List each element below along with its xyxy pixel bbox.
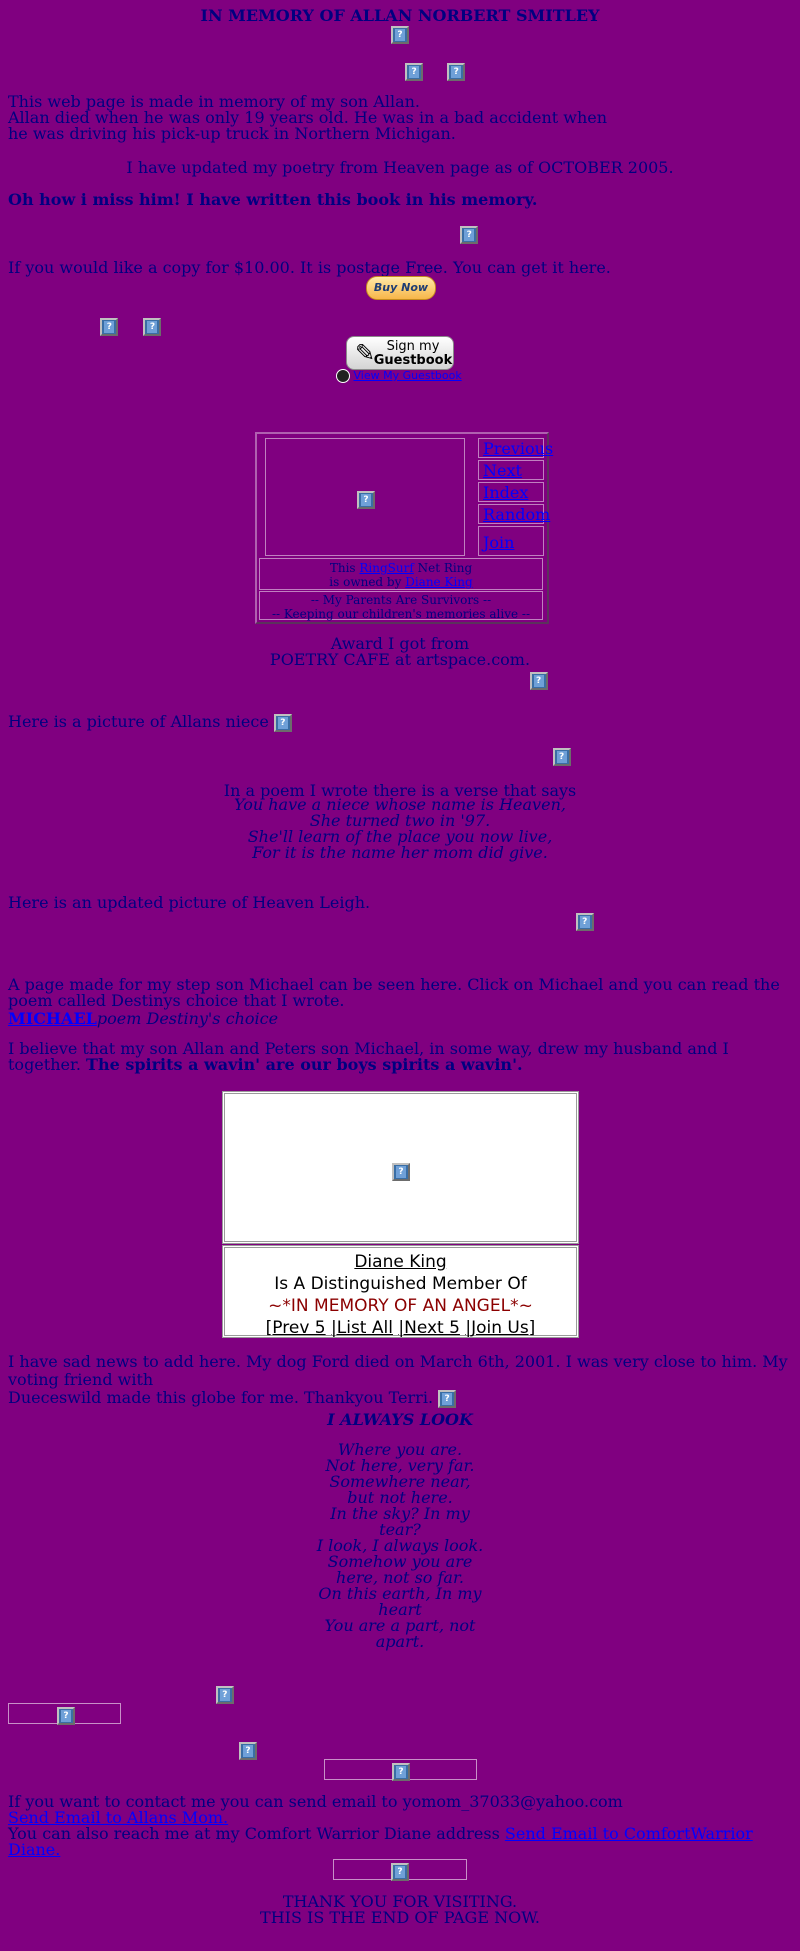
webring-image-frame bbox=[265, 438, 465, 556]
niece-verse: You have a niece whose name is Heaven, S… bbox=[234, 795, 566, 862]
broken-image-icon bbox=[447, 62, 466, 81]
award-image-icon bbox=[529, 671, 548, 690]
member-info: Diane King Is A Distinguished Member Of … bbox=[222, 1245, 579, 1338]
heaven-photo-icon bbox=[575, 912, 594, 931]
broken-image-icon bbox=[100, 317, 119, 336]
webring-owner: This RingSurf Net Ring is owned by Diane… bbox=[259, 558, 543, 590]
broken-image-icon bbox=[392, 1762, 410, 1781]
buy-now-button[interactable]: Buy Now bbox=[366, 276, 436, 300]
view-guestbook[interactable]: View My Guestbook bbox=[336, 369, 496, 383]
broken-image-icon bbox=[215, 1685, 234, 1704]
michael-link[interactable]: MICHAEL bbox=[8, 1009, 97, 1028]
poem-body: Where you are. Not here, very far. Somew… bbox=[316, 1440, 484, 1651]
member-line: Is A Distinguished Member Of bbox=[274, 1274, 527, 1294]
poem-label: poem Destiny's choice bbox=[96, 1009, 279, 1028]
sign-guestbook-button[interactable]: ✎ Sign my Guestbook bbox=[346, 336, 454, 370]
broken-image-icon bbox=[391, 25, 409, 44]
niece-photo-icon bbox=[273, 713, 292, 732]
image-frame bbox=[324, 1759, 477, 1781]
ring-owner-link[interactable]: Diane King bbox=[405, 575, 472, 589]
join-us-link[interactable]: |Join Us] bbox=[465, 1318, 535, 1338]
webring-random[interactable]: Random bbox=[478, 504, 550, 524]
member-ring: ~*IN MEMORY OF AN ANGEL*~ bbox=[268, 1296, 533, 1316]
webring-index[interactable]: Index bbox=[478, 482, 544, 502]
intro-text: This web page is made in memory of my so… bbox=[8, 92, 608, 143]
webring-table: Previous Next Index Random Join This Rin… bbox=[255, 432, 553, 624]
globe-image-icon bbox=[438, 1389, 457, 1408]
belief-text: I believe that my son Allan and Peters s… bbox=[8, 1039, 729, 1074]
view-guestbook-link[interactable]: View My Guestbook bbox=[354, 369, 462, 382]
poem-title: I ALWAYS LOOK bbox=[327, 1410, 473, 1429]
footer: THANK YOU FOR VISITING. THIS IS THE END … bbox=[260, 1892, 540, 1927]
next-5-link[interactable]: |Next 5 bbox=[398, 1318, 460, 1338]
book-image-icon bbox=[460, 225, 479, 244]
member-name: Diane King bbox=[354, 1252, 447, 1272]
broken-image-icon bbox=[143, 317, 162, 336]
ringsurf-link[interactable]: RingSurf bbox=[359, 561, 413, 575]
michael-text: A page made for my step son Michael can … bbox=[8, 975, 780, 1010]
member-nav: [Prev 5 |List All |Next 5 |Join Us] bbox=[225, 1317, 576, 1339]
webring-next[interactable]: Next bbox=[478, 460, 544, 480]
webring-join[interactable]: Join bbox=[478, 526, 544, 556]
contact-section: If you want to contact me you can send e… bbox=[8, 1794, 798, 1858]
broken-image-icon bbox=[391, 1862, 409, 1881]
dog-news: I have sad news to add here. My dog Ford… bbox=[8, 1353, 798, 1408]
michael-link-row: MICHAELpoem Destiny's choice bbox=[8, 1009, 278, 1028]
webring-logo-icon bbox=[357, 490, 375, 509]
image-frame bbox=[8, 1703, 121, 1725]
image-frame bbox=[333, 1859, 467, 1881]
page-title: IN MEMORY OF ALLAN NORBERT SMITLEY bbox=[200, 6, 600, 25]
banner-image-icon bbox=[392, 1162, 410, 1181]
award-text: Award I got from POETRY CAFE at artspace… bbox=[269, 634, 531, 669]
heaven-caption: Here is an updated picture of Heaven Lei… bbox=[8, 893, 371, 912]
broken-image-icon bbox=[57, 1706, 75, 1725]
niece-caption: Here is a picture of Allans niece bbox=[8, 712, 292, 732]
list-all-link[interactable]: |List All bbox=[331, 1318, 393, 1338]
broken-image-icon bbox=[405, 62, 424, 81]
webring-previous[interactable]: Previous bbox=[478, 438, 553, 458]
prev-5-link[interactable]: [Prev 5 bbox=[266, 1318, 326, 1338]
niece-image-icon bbox=[552, 747, 571, 766]
book-offer: If you would like a copy for $10.00. It … bbox=[8, 258, 611, 277]
broken-image-icon bbox=[238, 1741, 257, 1760]
poetry-update: I have updated my poetry from Heaven pag… bbox=[126, 158, 674, 177]
guestbook-globe-icon bbox=[336, 369, 350, 383]
book-heading: Oh how i miss him! I have written this b… bbox=[8, 190, 538, 209]
member-banner-image bbox=[222, 1091, 579, 1244]
webring-name: -- My Parents Are Survivors -- -- Keepin… bbox=[259, 591, 543, 621]
